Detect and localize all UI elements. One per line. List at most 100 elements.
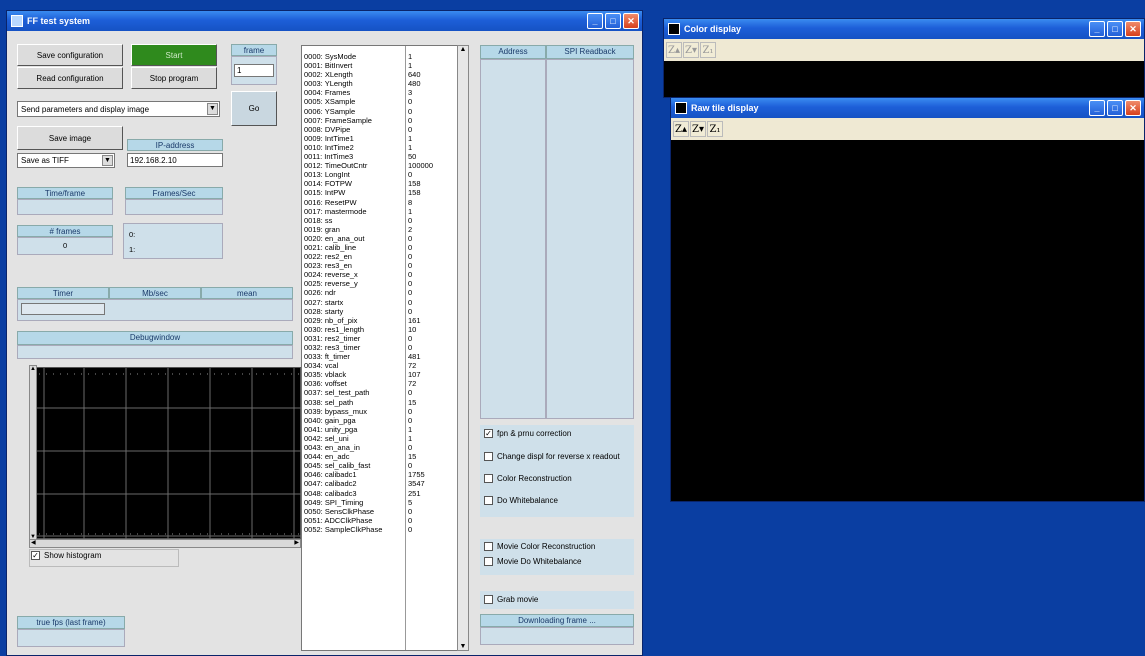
register-value[interactable]: 3547 [408, 479, 433, 488]
register-name[interactable]: 0033: ft_timer [304, 352, 382, 361]
register-name[interactable]: 0031: res2_timer [304, 334, 382, 343]
register-value[interactable]: 0 [408, 343, 433, 352]
register-name[interactable]: 0007: FrameSample [304, 116, 382, 125]
register-name[interactable]: 0030: res1_length [304, 325, 382, 334]
register-value[interactable]: 0 [408, 234, 433, 243]
register-name[interactable]: 0022: res2_en [304, 252, 382, 261]
register-value[interactable]: 72 [408, 379, 433, 388]
register-name[interactable]: 0039: bypass_mux [304, 407, 382, 416]
scroll-down-icon[interactable]: ▼ [458, 643, 468, 650]
register-value[interactable]: 100000 [408, 161, 433, 170]
scroll-up-icon[interactable]: ▲ [30, 366, 36, 372]
register-name[interactable]: 0010: IntTime2 [304, 143, 382, 152]
movie-color-checkbox[interactable]: Movie Color Reconstruction [484, 542, 595, 551]
register-name[interactable]: 0015: IntPW [304, 188, 382, 197]
register-value[interactable]: 15 [408, 452, 433, 461]
register-value[interactable]: 640 [408, 70, 433, 79]
register-name[interactable]: 0043: en_ana_in [304, 443, 382, 452]
register-value[interactable]: 0 [408, 270, 433, 279]
raw-tile-titlebar[interactable]: Raw tile display _ □ ✕ [671, 98, 1144, 118]
zoom-reset-icon[interactable]: Z₁ [700, 42, 716, 58]
register-name[interactable]: 0001: BitInvert [304, 61, 382, 70]
register-name[interactable]: 0044: en_adc [304, 452, 382, 461]
maximize-icon[interactable]: □ [1107, 100, 1123, 116]
register-name[interactable]: 0004: Frames [304, 88, 382, 97]
register-scrollbar[interactable]: ▲ ▼ [457, 45, 469, 651]
zoom-reset-icon[interactable]: Z₁ [707, 121, 723, 137]
register-value[interactable]: 0 [408, 334, 433, 343]
register-value[interactable]: 0 [408, 279, 433, 288]
register-value[interactable]: 107 [408, 370, 433, 379]
checkbox-unchecked-icon[interactable] [484, 452, 493, 461]
register-name[interactable]: 0036: voffset [304, 379, 382, 388]
register-value[interactable]: 8 [408, 198, 433, 207]
register-value[interactable]: 1 [408, 134, 433, 143]
register-name[interactable]: 0002: XLength [304, 70, 382, 79]
register-name[interactable]: 0032: res3_timer [304, 343, 382, 352]
stop-program-button[interactable]: Stop program [131, 67, 217, 89]
movie-whitebalance-checkbox[interactable]: Movie Do Whitebalance [484, 557, 581, 566]
register-value[interactable]: 50 [408, 152, 433, 161]
register-value[interactable]: 0 [408, 252, 433, 261]
register-name[interactable]: 0018: ss [304, 216, 382, 225]
register-name[interactable]: 0037: sel_test_path [304, 388, 382, 397]
register-value[interactable]: 1 [408, 52, 433, 61]
register-name[interactable]: 0049: SPI_Timing [304, 498, 382, 507]
register-name[interactable]: 0052: SampleClkPhase [304, 525, 382, 534]
register-value[interactable]: 0 [408, 388, 433, 397]
register-name[interactable]: 0047: calibadc2 [304, 479, 382, 488]
register-value[interactable]: 0 [408, 107, 433, 116]
register-value[interactable]: 0 [408, 407, 433, 416]
register-name[interactable]: 0011: IntTime3 [304, 152, 382, 161]
send-mode-select[interactable]: Send parameters and display image ▼ [17, 101, 220, 117]
checkbox-unchecked-icon[interactable] [484, 595, 493, 604]
register-name[interactable]: 0040: gain_pga [304, 416, 382, 425]
checkbox-unchecked-icon[interactable] [484, 542, 493, 551]
close-icon[interactable]: ✕ [1125, 100, 1141, 116]
minimize-icon[interactable]: _ [1089, 21, 1105, 37]
register-value[interactable]: 0 [408, 288, 433, 297]
checkbox-checked-icon[interactable]: ✓ [484, 429, 493, 438]
minimize-icon[interactable]: _ [587, 13, 603, 29]
histogram-hscroll[interactable]: ◀ ▶ [29, 539, 301, 548]
register-value[interactable]: 0 [408, 170, 433, 179]
save-image-button[interactable]: Save image [17, 126, 123, 150]
register-value[interactable]: 0 [408, 416, 433, 425]
register-name[interactable]: 0016: ResetPW [304, 198, 382, 207]
register-name[interactable]: 0051: ADCClkPhase [304, 516, 382, 525]
register-name[interactable]: 0013: LongInt [304, 170, 382, 179]
register-name[interactable]: 0027: startx [304, 298, 382, 307]
scroll-up-icon[interactable]: ▲ [458, 46, 468, 53]
register-name[interactable]: 0045: sel_calib_fast [304, 461, 382, 470]
register-name[interactable]: 0026: ndr [304, 288, 382, 297]
grab-movie-checkbox[interactable]: Grab movie [484, 595, 538, 604]
change-displ-checkbox[interactable]: Change displ for reverse x readout [484, 452, 620, 461]
register-value[interactable]: 0 [408, 125, 433, 134]
color-display-titlebar[interactable]: Color display _ □ ✕ [664, 19, 1144, 39]
register-name[interactable]: 0008: DVPipe [304, 125, 382, 134]
register-value[interactable]: 0 [408, 243, 433, 252]
register-value[interactable]: 3 [408, 88, 433, 97]
register-name[interactable]: 0020: en_ana_out [304, 234, 382, 243]
start-button[interactable]: Start [131, 44, 217, 66]
register-name[interactable]: 0006: YSample [304, 107, 382, 116]
register-name[interactable]: 0046: calibadc1 [304, 470, 382, 479]
register-value[interactable]: 0 [408, 507, 433, 516]
register-name[interactable]: 0012: TimeOutCntr [304, 161, 382, 170]
register-value[interactable]: 0 [408, 461, 433, 470]
save-configuration-button[interactable]: Save configuration [17, 44, 123, 66]
register-value[interactable]: 0 [408, 525, 433, 534]
register-value[interactable]: 1 [408, 61, 433, 70]
frame-input[interactable]: 1 [234, 64, 274, 77]
zoom-out-icon[interactable]: Z▾ [683, 42, 699, 58]
register-value[interactable]: 0 [408, 298, 433, 307]
register-name[interactable]: 0034: vcal [304, 361, 382, 370]
register-value[interactable]: 0 [408, 443, 433, 452]
register-value[interactable]: 251 [408, 489, 433, 498]
histogram-vscroll[interactable]: ▲ ▼ [29, 365, 37, 541]
register-name[interactable]: 0041: unity_pga [304, 425, 382, 434]
register-name[interactable]: 0005: XSample [304, 97, 382, 106]
save-format-select[interactable]: Save as TIFF ▼ [17, 153, 115, 168]
go-button[interactable]: Go [231, 91, 277, 126]
register-value[interactable]: 0 [408, 116, 433, 125]
